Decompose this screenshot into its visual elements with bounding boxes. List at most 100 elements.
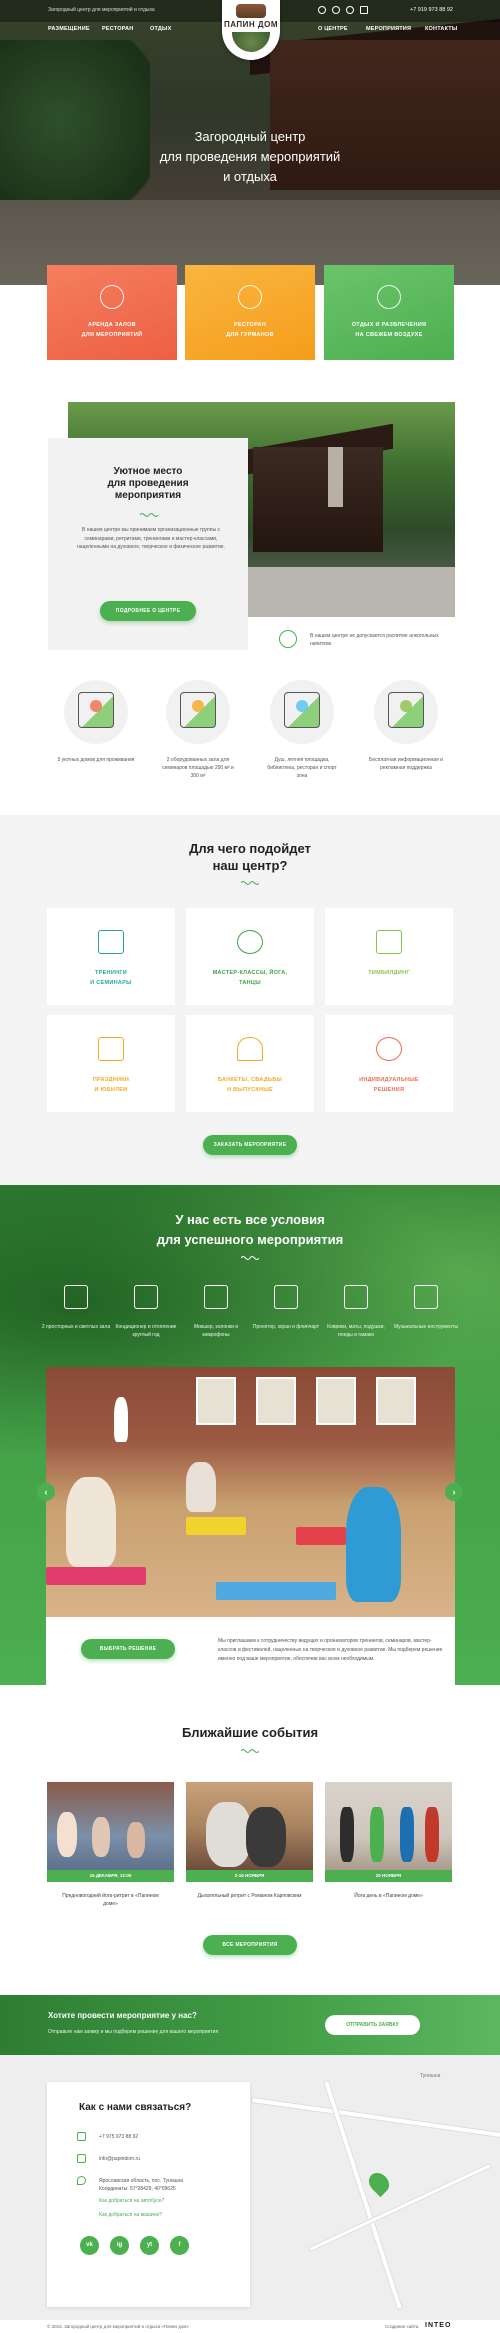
- squiggle-divider-icon: [241, 881, 259, 885]
- contact-phone[interactable]: +7 975 973 88 92: [99, 2133, 249, 2141]
- footer-created: Создание сайта: [385, 2324, 419, 2329]
- condition-climate: Кондиционер и отопление круглый год: [111, 1285, 181, 1339]
- hero-title-line: Загородный центр: [194, 129, 306, 144]
- slider-next-button[interactable]: ›: [445, 1483, 463, 1501]
- megaphone-illustration-icon: [374, 680, 438, 744]
- tile-line: ТИМБИЛДИНГ: [368, 970, 410, 976]
- tagline: Загородный центр для мероприятий и отдых…: [48, 7, 155, 13]
- squiggle-divider-icon: [140, 513, 158, 517]
- about-text: В нашем центре мы принимаем организацион…: [77, 527, 225, 550]
- cloche-icon: [238, 285, 262, 309]
- condition-text: Проектор, экран и флипчарт: [252, 1324, 320, 1330]
- building-icon: [64, 1285, 88, 1309]
- alcohol-note: В нашем центре не допускается распитие а…: [310, 633, 439, 647]
- choose-solution-button[interactable]: ВЫБРАТЬ РЕШЕНИЕ: [81, 1639, 175, 1659]
- nav-item-contacts[interactable]: КОНТАКТЫ: [425, 26, 457, 32]
- cta-title: Хотите провести мероприятие у нас?: [48, 2011, 197, 2020]
- cta-section: Хотите провести мероприятие у нас? Отпра…: [0, 1995, 500, 2055]
- tree-icon: [377, 285, 401, 309]
- event-card[interactable]: 20 НОЯБРЯ Йога день в «Папином доме»: [325, 1782, 452, 1899]
- slider-prev-button[interactable]: ‹: [37, 1483, 55, 1501]
- about-photo-building: [253, 447, 383, 552]
- amenity-facilities: Душ, летняя площадка, библиотека, рестор…: [262, 680, 342, 780]
- condition-text: 2 просторных и светлых зала: [41, 1324, 111, 1330]
- nav-item-about[interactable]: О ЦЕНТРЕ: [318, 26, 348, 32]
- feature-line: НА СВЕЖЕМ ВОЗДУХЕ: [355, 332, 423, 338]
- photo-mat: [46, 1567, 146, 1585]
- about-title: Уютное место для проведения мероприятия: [48, 466, 248, 502]
- photo-person: [114, 1397, 128, 1442]
- shower-illustration-icon: [270, 680, 334, 744]
- nav-item-restaurant[interactable]: РЕСТОРАН: [102, 26, 133, 32]
- send-request-button[interactable]: ОТПРАВИТЬ ЗАЯВКУ: [325, 2015, 420, 2035]
- nav-item-leisure[interactable]: ОТДЫХ: [150, 26, 171, 32]
- youtube-icon[interactable]: yt: [140, 2236, 159, 2255]
- nav-item-events[interactable]: МЕРОПРИЯТИЯ: [366, 26, 411, 32]
- mail-icon: [77, 2154, 86, 2163]
- footer: © 2015. Загородный центр для мероприятий…: [0, 2320, 500, 2333]
- squiggle-divider-icon: [241, 1256, 259, 1260]
- event-card[interactable]: 15 ДЕКАБРЯ, 12:00 Предновогодний йога-ри…: [47, 1782, 174, 1907]
- tile-trainings[interactable]: ТРЕНИНГИ И СЕМИНАРЫ: [47, 908, 175, 1005]
- tile-teambuilding[interactable]: ТИМБИЛДИНГ: [325, 908, 453, 1005]
- vk-icon[interactable]: [318, 6, 326, 14]
- no-alcohol-icon: [279, 630, 297, 648]
- feature-card-halls[interactable]: АРЕНДА ЗАЛОВ ДЛЯ МЕРОПРИЯТИЙ: [47, 265, 177, 360]
- conditions-title-line: для успешного мероприятия: [156, 1232, 344, 1247]
- yoga-hall-photo: [46, 1367, 455, 1617]
- feature-line: ОТДЫХ И РАЗВЛЕЧЕНИЯ: [351, 322, 427, 328]
- team-icon: [376, 930, 402, 954]
- event-title: Дыхательный ретрит с Романом Карповским: [197, 1893, 302, 1899]
- header-phone[interactable]: +7 919 973 88 92: [410, 7, 453, 13]
- tile-custom[interactable]: ИНДИВИДУАЛЬНЫЕ РЕШЕНИЯ: [325, 1015, 453, 1112]
- photo-mat: [216, 1582, 336, 1600]
- photo-person: [186, 1462, 216, 1512]
- amenity-text: 2 оборудованных зала для семинаров площа…: [162, 757, 234, 779]
- instagram-icon[interactable]: [332, 6, 340, 14]
- cta-text: Отправьте нам заявку и мы подберем решен…: [48, 2029, 219, 2035]
- site-logo[interactable]: ПАПИН ДОМ: [222, 0, 280, 60]
- logo-roof-mark: [236, 4, 266, 18]
- tile-line: И ЮБИЛЕИ: [94, 1087, 128, 1093]
- phone-icon: [77, 2132, 86, 2141]
- link-car[interactable]: Как добраться на машине?: [99, 2212, 162, 2218]
- tile-masterclass[interactable]: МАСТЕР-КЛАССЫ, ЙОГА, ТАНЦЫ: [186, 908, 314, 1005]
- feature-card-restaurant[interactable]: РЕСТОРАН ДЛЯ ГУРМАНОВ: [185, 265, 315, 360]
- party-icon: [98, 1037, 124, 1061]
- all-events-button[interactable]: ВСЕ МЕРОПРИЯТИЯ: [203, 1935, 297, 1955]
- event-date: 15 ДЕКАБРЯ, 12:00: [47, 1870, 174, 1882]
- facebook-icon[interactable]: [360, 6, 368, 14]
- event-card[interactable]: 2-16 НОЯБРЯ Дыхательный ретрит с Романом…: [186, 1782, 313, 1899]
- map-road: [250, 2096, 500, 2140]
- logo-emblem: [232, 32, 270, 52]
- location-icon: [77, 2176, 86, 2185]
- link-bus[interactable]: Как добраться на автобусе?: [99, 2198, 164, 2204]
- drum-icon: [414, 1285, 438, 1309]
- condition-sound: Микшер, колонки и микрофоны: [181, 1285, 251, 1339]
- about-title-line: для проведения: [107, 478, 189, 489]
- about-photo-road: [218, 567, 455, 617]
- feature-card-leisure[interactable]: ОТДЫХ И РАЗВЛЕЧЕНИЯ НА СВЕЖЕМ ВОЗДУХЕ: [324, 265, 454, 360]
- instagram-icon[interactable]: ig: [110, 2236, 129, 2255]
- feature-line: АРЕНДА ЗАЛОВ: [88, 322, 136, 328]
- tile-celebrations[interactable]: ПРАЗДНИКИ И ЮБИЛЕИ: [47, 1015, 175, 1112]
- youtube-icon[interactable]: [346, 6, 354, 14]
- footer-brand-logo[interactable]: INTEO: [425, 2322, 451, 2329]
- condition-text: Микшер, колонки и микрофоны: [193, 1324, 239, 1338]
- hero-title-line: для проведения мероприятий: [159, 149, 341, 164]
- contact-coordinates: Координаты: 57°28429, 40°09625: [99, 2186, 176, 2192]
- amenity-halls: 2 оборудованных зала для семинаров площа…: [158, 680, 238, 780]
- about-card: Уютное место для проведения мероприятия …: [48, 438, 248, 650]
- facebook-icon[interactable]: f: [170, 2236, 189, 2255]
- for-what-title-line: Для чего подойдет: [189, 841, 311, 856]
- vk-icon[interactable]: vk: [80, 2236, 99, 2255]
- tile-banquets[interactable]: БАНКЕТЫ, СВАДЬБЫ И ВЫПУСКНЫЕ: [186, 1015, 314, 1112]
- nav-item-accommodation[interactable]: РАЗМЕЩЕНИЕ: [48, 26, 90, 32]
- event-date: 2-16 НОЯБРЯ: [186, 1870, 313, 1882]
- for-what-title-line: наш центр?: [212, 858, 288, 873]
- squiggle-divider-icon: [241, 1749, 259, 1753]
- order-event-button[interactable]: ЗАКАЗАТЬ МЕРОПРИЯТИЕ: [203, 1135, 297, 1155]
- about-more-button[interactable]: ПОДРОБНЕЕ О ЦЕНТРЕ: [100, 601, 196, 621]
- contact-email[interactable]: info@papindom.ru: [99, 2155, 249, 2163]
- hall-illustration-icon: [166, 680, 230, 744]
